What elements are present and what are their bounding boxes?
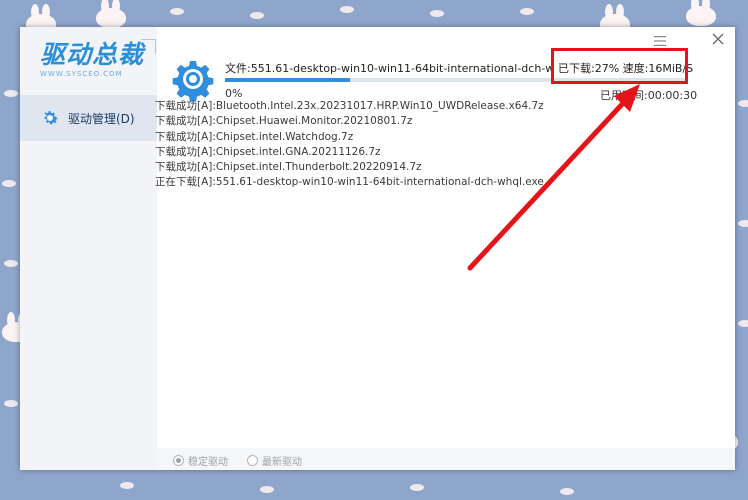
footer-bar: 稳定驱动 最新驱动	[157, 448, 735, 470]
close-icon[interactable]	[712, 33, 724, 45]
log-line: 下载成功[A]:Bluetooth.Intel.23x.20231017.HRP…	[155, 100, 544, 112]
driver-gear-icon	[172, 61, 214, 102]
gear-icon	[44, 111, 58, 125]
dot-decoration	[430, 10, 444, 17]
dot-decoration	[2, 180, 16, 187]
dot-decoration	[170, 8, 184, 15]
dot-decoration	[260, 486, 274, 493]
radio-label: 稳定驱动	[188, 457, 228, 468]
logo-subtitle: WWW.SYSCEO.COM	[40, 70, 123, 78]
dot-decoration	[520, 8, 534, 15]
download-file-name: 文件:551.61-desktop-win10-win11-64bit-inte…	[225, 62, 555, 75]
bunny-decoration	[686, 0, 716, 26]
annotation-highlight-box	[551, 48, 688, 84]
driver-manager-window: 驱动总裁 WWW.SYSCEO.COM 驱动管理(D) 文件:551.61-de…	[20, 27, 735, 470]
download-log: 下载成功[A]:Bluetooth.Intel.23x.20231017.HRP…	[155, 99, 544, 191]
dot-decoration	[4, 90, 18, 97]
dot-decoration	[738, 320, 748, 327]
logo-title: 驱动总裁	[40, 40, 145, 69]
log-line: 下载成功[A]:Chipset.intel.Thunderbolt.202209…	[155, 161, 422, 174]
sidebar-item-label: 驱动管理(D)	[68, 111, 135, 126]
elapsed-time: 已用时间:00:00:30	[600, 89, 698, 102]
logo-frame-decoration	[141, 39, 156, 54]
dot-decoration	[340, 6, 354, 13]
dot-decoration	[410, 484, 424, 491]
sidebar-item-driver-management[interactable]: 驱动管理(D)	[20, 95, 157, 141]
radio-latest-driver[interactable]: 最新驱动	[247, 453, 302, 468]
radio-indicator	[247, 455, 258, 466]
radio-label: 最新驱动	[262, 457, 302, 468]
log-line: 下载成功[A]:Chipset.intel.Watchdog.7z	[155, 130, 354, 143]
app-logo: 驱动总裁 WWW.SYSCEO.COM	[40, 39, 156, 87]
dot-decoration	[560, 488, 574, 495]
log-line: 下载成功[A]:Chipset.Huawei.Monitor.20210801.…	[155, 115, 413, 128]
log-line: 正在下载[A]:551.61-desktop-win10-win11-64bit…	[155, 176, 544, 189]
dot-decoration	[120, 482, 134, 489]
radio-stable-driver[interactable]: 稳定驱动	[173, 453, 228, 468]
bunny-decoration	[96, 0, 126, 28]
dot-decoration	[738, 100, 748, 107]
menu-icon[interactable]	[654, 35, 666, 47]
radio-indicator	[173, 455, 184, 466]
dot-decoration	[4, 400, 18, 407]
dot-decoration	[4, 260, 18, 267]
sidebar: 驱动总裁 WWW.SYSCEO.COM 驱动管理(D)	[20, 27, 157, 470]
dot-decoration	[738, 220, 748, 227]
log-line: 下载成功[A]:Chipset.intel.GNA.20211126.7z	[155, 145, 381, 158]
dot-decoration	[250, 12, 264, 19]
download-progress-fill	[225, 78, 350, 82]
